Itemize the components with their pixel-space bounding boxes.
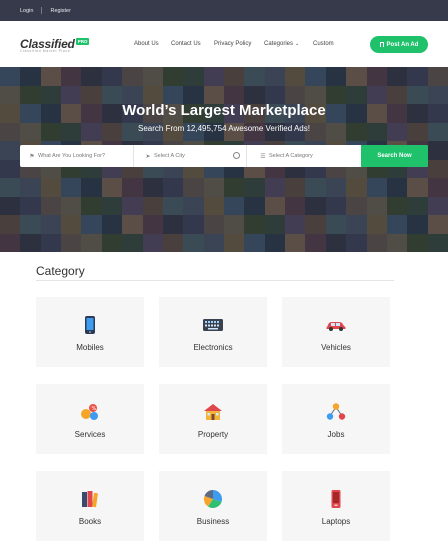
- keyboard-icon: [203, 319, 223, 331]
- mobile-phone-icon: [85, 316, 95, 334]
- category-card-vehicles[interactable]: Vehicles: [282, 297, 390, 367]
- megaphone-icon: ⚑: [29, 153, 35, 160]
- location-arrow-icon: ➤: [145, 153, 151, 160]
- keyword-search-input[interactable]: What Are You Looking For?: [38, 153, 105, 159]
- people-network-icon: [326, 403, 346, 420]
- laptop-icon: [331, 490, 341, 508]
- city-select[interactable]: Select A City: [154, 153, 185, 159]
- nav-categories[interactable]: Categories ⌄: [264, 41, 299, 47]
- category-card-books[interactable]: Books: [36, 471, 144, 541]
- category-label: Electronics: [193, 343, 233, 352]
- nav-contact[interactable]: Contact Us: [171, 41, 201, 47]
- house-icon: [204, 404, 222, 420]
- pie-chart-icon: [203, 490, 223, 509]
- nav-privacy[interactable]: Privacy Policy: [214, 41, 251, 47]
- category-select[interactable]: Select A Category: [269, 153, 313, 159]
- services-icon: %: [81, 404, 98, 420]
- category-card-mobiles[interactable]: Mobiles: [36, 297, 144, 367]
- top-bar: Login Register: [0, 0, 448, 21]
- category-card-property[interactable]: Property: [159, 384, 267, 454]
- login-link[interactable]: Login: [20, 8, 33, 14]
- nav-about[interactable]: About Us: [134, 41, 159, 47]
- category-label: Mobiles: [76, 343, 104, 352]
- site-header: Classified PRO Classified Market Place Ab…: [0, 21, 448, 67]
- category-label: Jobs: [327, 430, 345, 439]
- search-bar: ⚑ What Are You Looking For? ➤ Select A C…: [20, 145, 428, 167]
- post-ad-button[interactable]: Post An Ad: [370, 36, 428, 53]
- category-card-business[interactable]: Business: [159, 471, 267, 541]
- category-card-laptops[interactable]: Laptops: [282, 471, 390, 541]
- hero-title: World’s Largest Marketplace: [122, 102, 326, 119]
- hero-subtitle: Search From 12,495,754 Awesome Verified …: [138, 124, 310, 133]
- register-link[interactable]: Register: [50, 8, 70, 14]
- bookmark-icon: [379, 42, 384, 47]
- category-divider: [36, 280, 394, 281]
- category-label: Services: [74, 430, 106, 439]
- category-label: Property: [197, 430, 229, 439]
- hero-banner: World’s Largest Marketplace Search From …: [0, 67, 448, 252]
- books-icon: [82, 491, 98, 508]
- svg-text:%: %: [92, 406, 97, 412]
- nav-categories-label: Categories: [264, 41, 294, 47]
- category-label: Books: [78, 517, 102, 526]
- keyword-search-field[interactable]: ⚑ What Are You Looking For?: [20, 145, 134, 167]
- category-label: Vehicles: [321, 343, 351, 352]
- category-card-jobs[interactable]: Jobs: [282, 384, 390, 454]
- category-card-electronics[interactable]: Electronics: [159, 297, 267, 367]
- nav-custom[interactable]: Custom: [313, 41, 334, 47]
- divider: [41, 7, 43, 14]
- category-heading: Category: [36, 264, 85, 278]
- car-icon: [326, 322, 346, 331]
- post-ad-label: Post An Ad: [386, 41, 419, 48]
- category-select-field[interactable]: ☰ Select A Category: [247, 145, 361, 167]
- category-card-services[interactable]: % Services: [36, 384, 144, 454]
- locate-me-icon[interactable]: [233, 152, 240, 159]
- category-label: Laptops: [321, 517, 351, 526]
- search-now-button[interactable]: Search Now: [361, 145, 428, 167]
- category-label: Business: [196, 517, 230, 526]
- layers-icon: ☰: [260, 153, 266, 160]
- city-select-field[interactable]: ➤ Select A City: [134, 145, 247, 167]
- chevron-down-icon: ⌄: [295, 41, 300, 47]
